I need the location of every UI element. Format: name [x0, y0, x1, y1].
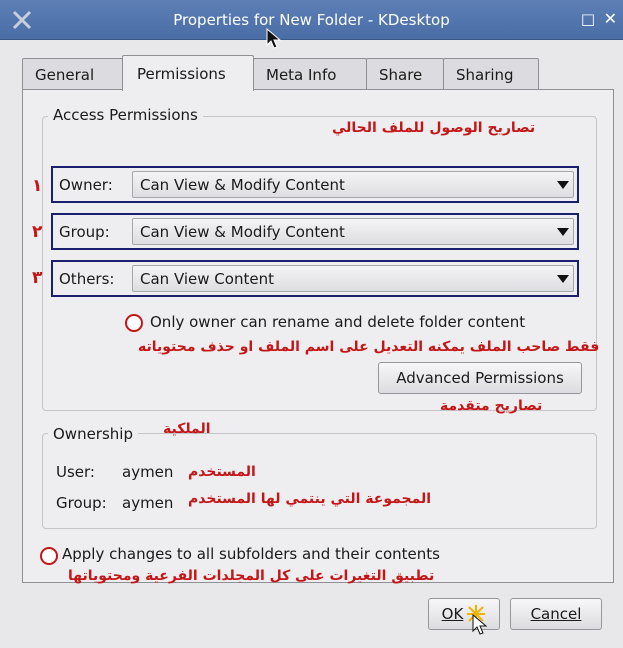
apply-subfolders-label: Apply changes to all subfolders and thei…: [62, 545, 440, 563]
group-annotation: المجموعة التي ينتمي لها المستخدم: [188, 491, 432, 507]
ok-button[interactable]: OK: [428, 598, 500, 630]
kde-app-icon: [12, 10, 32, 30]
ownership-annotation: الملكية: [163, 421, 211, 437]
owner-group-value: aymen: [122, 494, 174, 512]
mouse-cursor-icon: [472, 614, 488, 635]
tab-permissions-label: Permissions: [137, 64, 226, 83]
advanced-permissions-label: Advanced Permissions: [396, 369, 564, 387]
access-annotation: تصاريح الوصول للملف الحالي: [332, 120, 536, 136]
group-permission-value: Can View & Modify Content: [140, 222, 345, 241]
tab-meta-info-label: Meta Info: [266, 65, 337, 84]
group-label: Group:: [59, 222, 110, 241]
tab-sharing-label: Sharing: [456, 65, 514, 84]
chevron-down-icon: [557, 228, 569, 236]
others-permission-row: Others: Can View Content: [51, 260, 579, 297]
mouse-cursor-icon: [266, 28, 282, 49]
owner-label: Owner:: [59, 175, 113, 194]
maximize-button[interactable]: □: [581, 10, 595, 28]
owner-permission-select[interactable]: Can View & Modify Content: [132, 171, 574, 198]
only-owner-annotation: فقط صاحب الملف يمكنه التعديل على اسم الم…: [138, 339, 600, 355]
ok-label: OK: [441, 605, 464, 623]
others-permission-value: Can View Content: [140, 269, 274, 288]
owner-number: ١: [32, 176, 43, 196]
chevron-down-icon: [557, 181, 569, 189]
ownership-group: [42, 433, 597, 529]
owner-permission-value: Can View & Modify Content: [140, 175, 345, 194]
tab-bar: General Permissions Meta Info Share Shar…: [22, 55, 539, 91]
owner-user-label: User:: [56, 463, 95, 481]
tab-meta-info[interactable]: Meta Info: [253, 58, 367, 90]
group-permission-select[interactable]: Can View & Modify Content: [132, 218, 574, 245]
user-annotation: المستخدم: [188, 464, 256, 480]
advanced-permissions-button[interactable]: Advanced Permissions: [378, 362, 582, 394]
tab-general-label: General: [35, 65, 95, 84]
access-permissions-title: Access Permissions: [48, 106, 203, 124]
cancel-button[interactable]: Cancel: [510, 598, 602, 630]
window-title: Properties for New Folder - KDesktop: [173, 10, 450, 29]
owner-user-value: aymen: [122, 463, 174, 481]
title-bar[interactable]: Properties for New Folder - KDesktop □ ✕: [0, 0, 623, 40]
cancel-label: Cancel: [530, 605, 582, 623]
tab-share-label: Share: [379, 65, 423, 84]
ownership-title: Ownership: [48, 425, 138, 443]
others-number: ٣: [32, 268, 43, 288]
chevron-down-icon: [557, 275, 569, 283]
tab-sharing[interactable]: Sharing: [443, 58, 539, 90]
group-number: ٢: [32, 222, 43, 242]
advanced-annotation: تصاريح متقدمة: [440, 398, 543, 414]
group-permission-row: Group: Can View & Modify Content: [51, 213, 579, 250]
tab-general[interactable]: General: [22, 58, 123, 90]
tab-share[interactable]: Share: [366, 58, 444, 90]
tab-permissions[interactable]: Permissions: [122, 55, 254, 91]
others-label: Others:: [59, 269, 115, 288]
only-owner-label: Only owner can rename and delete folder …: [150, 313, 526, 331]
owner-group-label: Group:: [56, 494, 107, 512]
apply-subfolders-checkbox[interactable]: [40, 547, 58, 565]
apply-annotation: تطبيق التغيرات على كل المجلدات الفرعية و…: [68, 568, 435, 584]
others-permission-select[interactable]: Can View Content: [132, 265, 574, 292]
close-button[interactable]: ✕: [604, 9, 617, 28]
only-owner-checkbox[interactable]: [125, 314, 143, 332]
owner-permission-row: Owner: Can View & Modify Content: [51, 166, 579, 203]
